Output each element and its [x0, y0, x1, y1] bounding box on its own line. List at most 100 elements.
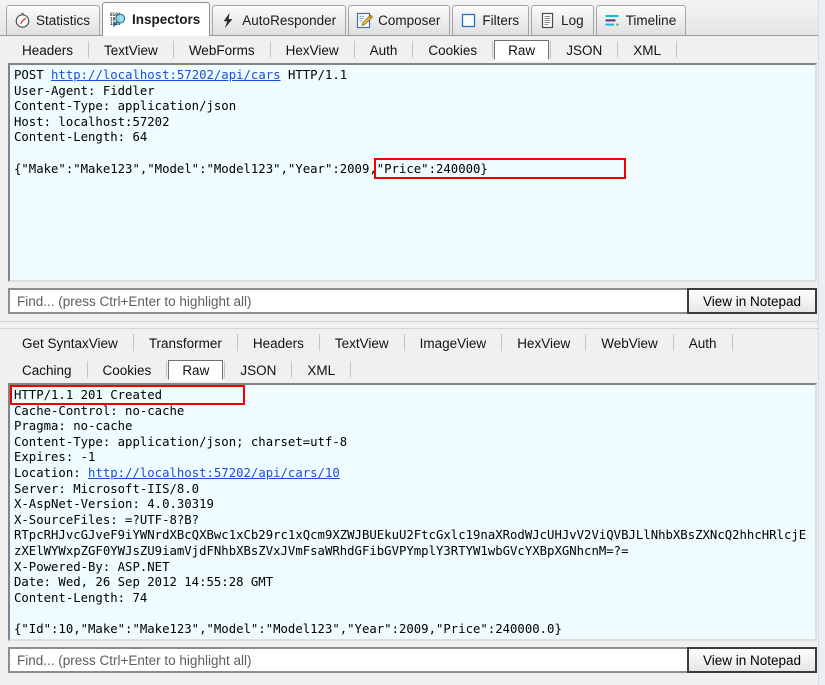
- response-header-server: Server: Microsoft-IIS/8.0: [14, 481, 200, 496]
- request-header-content-length: Content-Length: 64: [14, 130, 148, 145]
- request-body-text: {"Make":"Make123","Model":"Model123","Ye…: [14, 161, 488, 176]
- divider: [403, 334, 405, 351]
- divider: [492, 41, 494, 58]
- binary-magnifier-icon: 0101 1001 1010: [110, 11, 127, 28]
- request-find-bar: Find... (press Ctrl+Enter to highlight a…: [8, 286, 817, 316]
- clock-icon: [14, 12, 31, 29]
- request-inspector-tabs: Headers TextView WebForms HexView Auth C…: [0, 36, 825, 63]
- tab-label: Log: [561, 12, 584, 28]
- response-inspector-tabs-row2: Caching Cookies Raw JSON XML: [0, 356, 825, 383]
- request-line-version: HTTP/1.1: [280, 68, 348, 82]
- tab-label: Composer: [378, 12, 441, 28]
- response-tab-cookies[interactable]: Cookies: [89, 360, 166, 380]
- window-right-edge: [818, 0, 825, 685]
- request-line-method: POST: [14, 68, 52, 82]
- divider: [86, 361, 88, 378]
- tab-label: Timeline: [625, 12, 677, 28]
- request-url-link[interactable]: http://localhost:57202/api/cars: [51, 68, 281, 82]
- response-tab-json[interactable]: JSON: [226, 360, 290, 380]
- response-pane: Get SyntaxView Transformer Headers TextV…: [0, 329, 825, 685]
- request-tab-raw[interactable]: Raw: [494, 39, 550, 60]
- divider: [550, 41, 552, 58]
- request-tab-auth[interactable]: Auth: [356, 40, 412, 60]
- response-find-bar: Find... (press Ctrl+Enter to highlight a…: [8, 645, 817, 675]
- request-pane: Headers TextView WebForms HexView Auth C…: [0, 36, 825, 321]
- response-header-sourcefiles: X-SourceFiles: =?UTF-8?B?: [14, 512, 200, 527]
- tab-label: Statistics: [36, 12, 91, 28]
- tab-label: Inspectors: [132, 11, 201, 27]
- response-tab-headers[interactable]: Headers: [239, 333, 318, 353]
- tab-log[interactable]: Log: [531, 5, 594, 35]
- divider: [318, 334, 320, 351]
- response-header-aspnet-version: X-AspNet-Version: 4.0.30319: [14, 497, 214, 512]
- response-body-text: {"Id":10,"Make":"Make123","Model":"Model…: [14, 621, 562, 636]
- response-raw-text: HTTP/1.1 201 Created Cache-Control: no-c…: [10, 385, 815, 639]
- divider: [412, 41, 414, 58]
- response-raw-viewer[interactable]: HTTP/1.1 201 Created Cache-Control: no-c…: [8, 383, 817, 641]
- response-view-in-notepad-button[interactable]: View in Notepad: [687, 647, 817, 673]
- main-tab-strip: Statistics 0101 1001 1010 Inspectors Au: [0, 0, 825, 36]
- pane-splitter[interactable]: [0, 321, 825, 329]
- fiddler-window: Statistics 0101 1001 1010 Inspectors Au: [0, 0, 825, 685]
- tab-inspectors[interactable]: 0101 1001 1010 Inspectors: [102, 2, 211, 36]
- response-tab-get-syntaxview[interactable]: Get SyntaxView: [8, 333, 132, 353]
- pencil-note-icon: [356, 12, 374, 29]
- response-header-location-label: Location:: [14, 465, 89, 480]
- response-find-input[interactable]: Find... (press Ctrl+Enter to highlight a…: [8, 647, 687, 673]
- request-tab-json[interactable]: JSON: [552, 40, 616, 60]
- response-header-date: Date: Wed, 26 Sep 2012 14:55:28 GMT: [14, 575, 274, 590]
- divider: [672, 334, 674, 351]
- response-header-expires: Expires: -1: [14, 450, 96, 465]
- lightning-bolt-icon: [220, 12, 237, 29]
- response-tab-imageview[interactable]: ImageView: [406, 333, 501, 353]
- tab-filters[interactable]: Filters: [452, 5, 530, 35]
- request-header-host: Host: localhost:57202: [14, 114, 170, 129]
- response-tab-xml[interactable]: XML: [293, 360, 349, 380]
- request-raw-text: POST http://localhost:57202/api/cars HTT…: [10, 65, 815, 179]
- tab-label: AutoResponder: [242, 12, 337, 28]
- empty-square-icon: [460, 12, 477, 29]
- response-tab-transformer[interactable]: Transformer: [135, 333, 236, 353]
- divider: [166, 361, 168, 378]
- request-tab-webforms[interactable]: WebForms: [175, 40, 269, 60]
- window-bottom-edge: [0, 680, 825, 685]
- divider: [353, 41, 355, 58]
- divider: [501, 334, 503, 351]
- tab-statistics[interactable]: Statistics: [6, 5, 101, 35]
- response-location-link[interactable]: http://localhost:57202/api/cars/10: [88, 466, 340, 480]
- request-raw-viewer[interactable]: POST http://localhost:57202/api/cars HTT…: [8, 63, 817, 282]
- divider: [291, 361, 293, 378]
- response-sourcefiles-base64: RTpcRHJvcGJveF9iYWNrdXBcQXBwc1xCb29rc1xQ…: [14, 528, 807, 558]
- divider: [731, 334, 733, 351]
- request-tab-hexview[interactable]: HexView: [272, 40, 353, 60]
- response-header-content-length: Content-Length: 74: [14, 590, 148, 605]
- divider: [224, 361, 226, 378]
- request-tab-headers[interactable]: Headers: [8, 40, 87, 60]
- request-header-user-agent: User-Agent: Fiddler: [14, 83, 155, 98]
- request-find-input[interactable]: Find... (press Ctrl+Enter to highlight a…: [8, 288, 687, 314]
- divider: [172, 41, 174, 58]
- response-tab-webview[interactable]: WebView: [587, 333, 672, 353]
- request-tab-cookies[interactable]: Cookies: [414, 40, 491, 60]
- request-header-content-type: Content-Type: application/json: [14, 99, 237, 114]
- request-tab-xml[interactable]: XML: [619, 40, 675, 60]
- request-tab-textview[interactable]: TextView: [90, 40, 172, 60]
- response-header-pragma: Pragma: no-cache: [14, 419, 133, 434]
- response-tab-auth[interactable]: Auth: [675, 333, 731, 353]
- divider: [236, 334, 238, 351]
- divider: [88, 41, 90, 58]
- response-tab-textview[interactable]: TextView: [321, 333, 403, 353]
- divider: [269, 41, 271, 58]
- tab-composer[interactable]: Composer: [348, 5, 451, 35]
- divider: [617, 41, 619, 58]
- request-view-in-notepad-button[interactable]: View in Notepad: [687, 288, 817, 314]
- divider: [675, 41, 677, 58]
- response-tab-raw[interactable]: Raw: [168, 359, 224, 380]
- tab-autoresponder[interactable]: AutoResponder: [212, 5, 347, 35]
- response-tab-caching[interactable]: Caching: [8, 360, 86, 380]
- response-header-content-type: Content-Type: application/json; charset=…: [14, 434, 348, 449]
- tab-timeline[interactable]: Timeline: [595, 5, 687, 35]
- response-tab-hexview[interactable]: HexView: [503, 333, 584, 353]
- tab-label: Filters: [482, 12, 520, 28]
